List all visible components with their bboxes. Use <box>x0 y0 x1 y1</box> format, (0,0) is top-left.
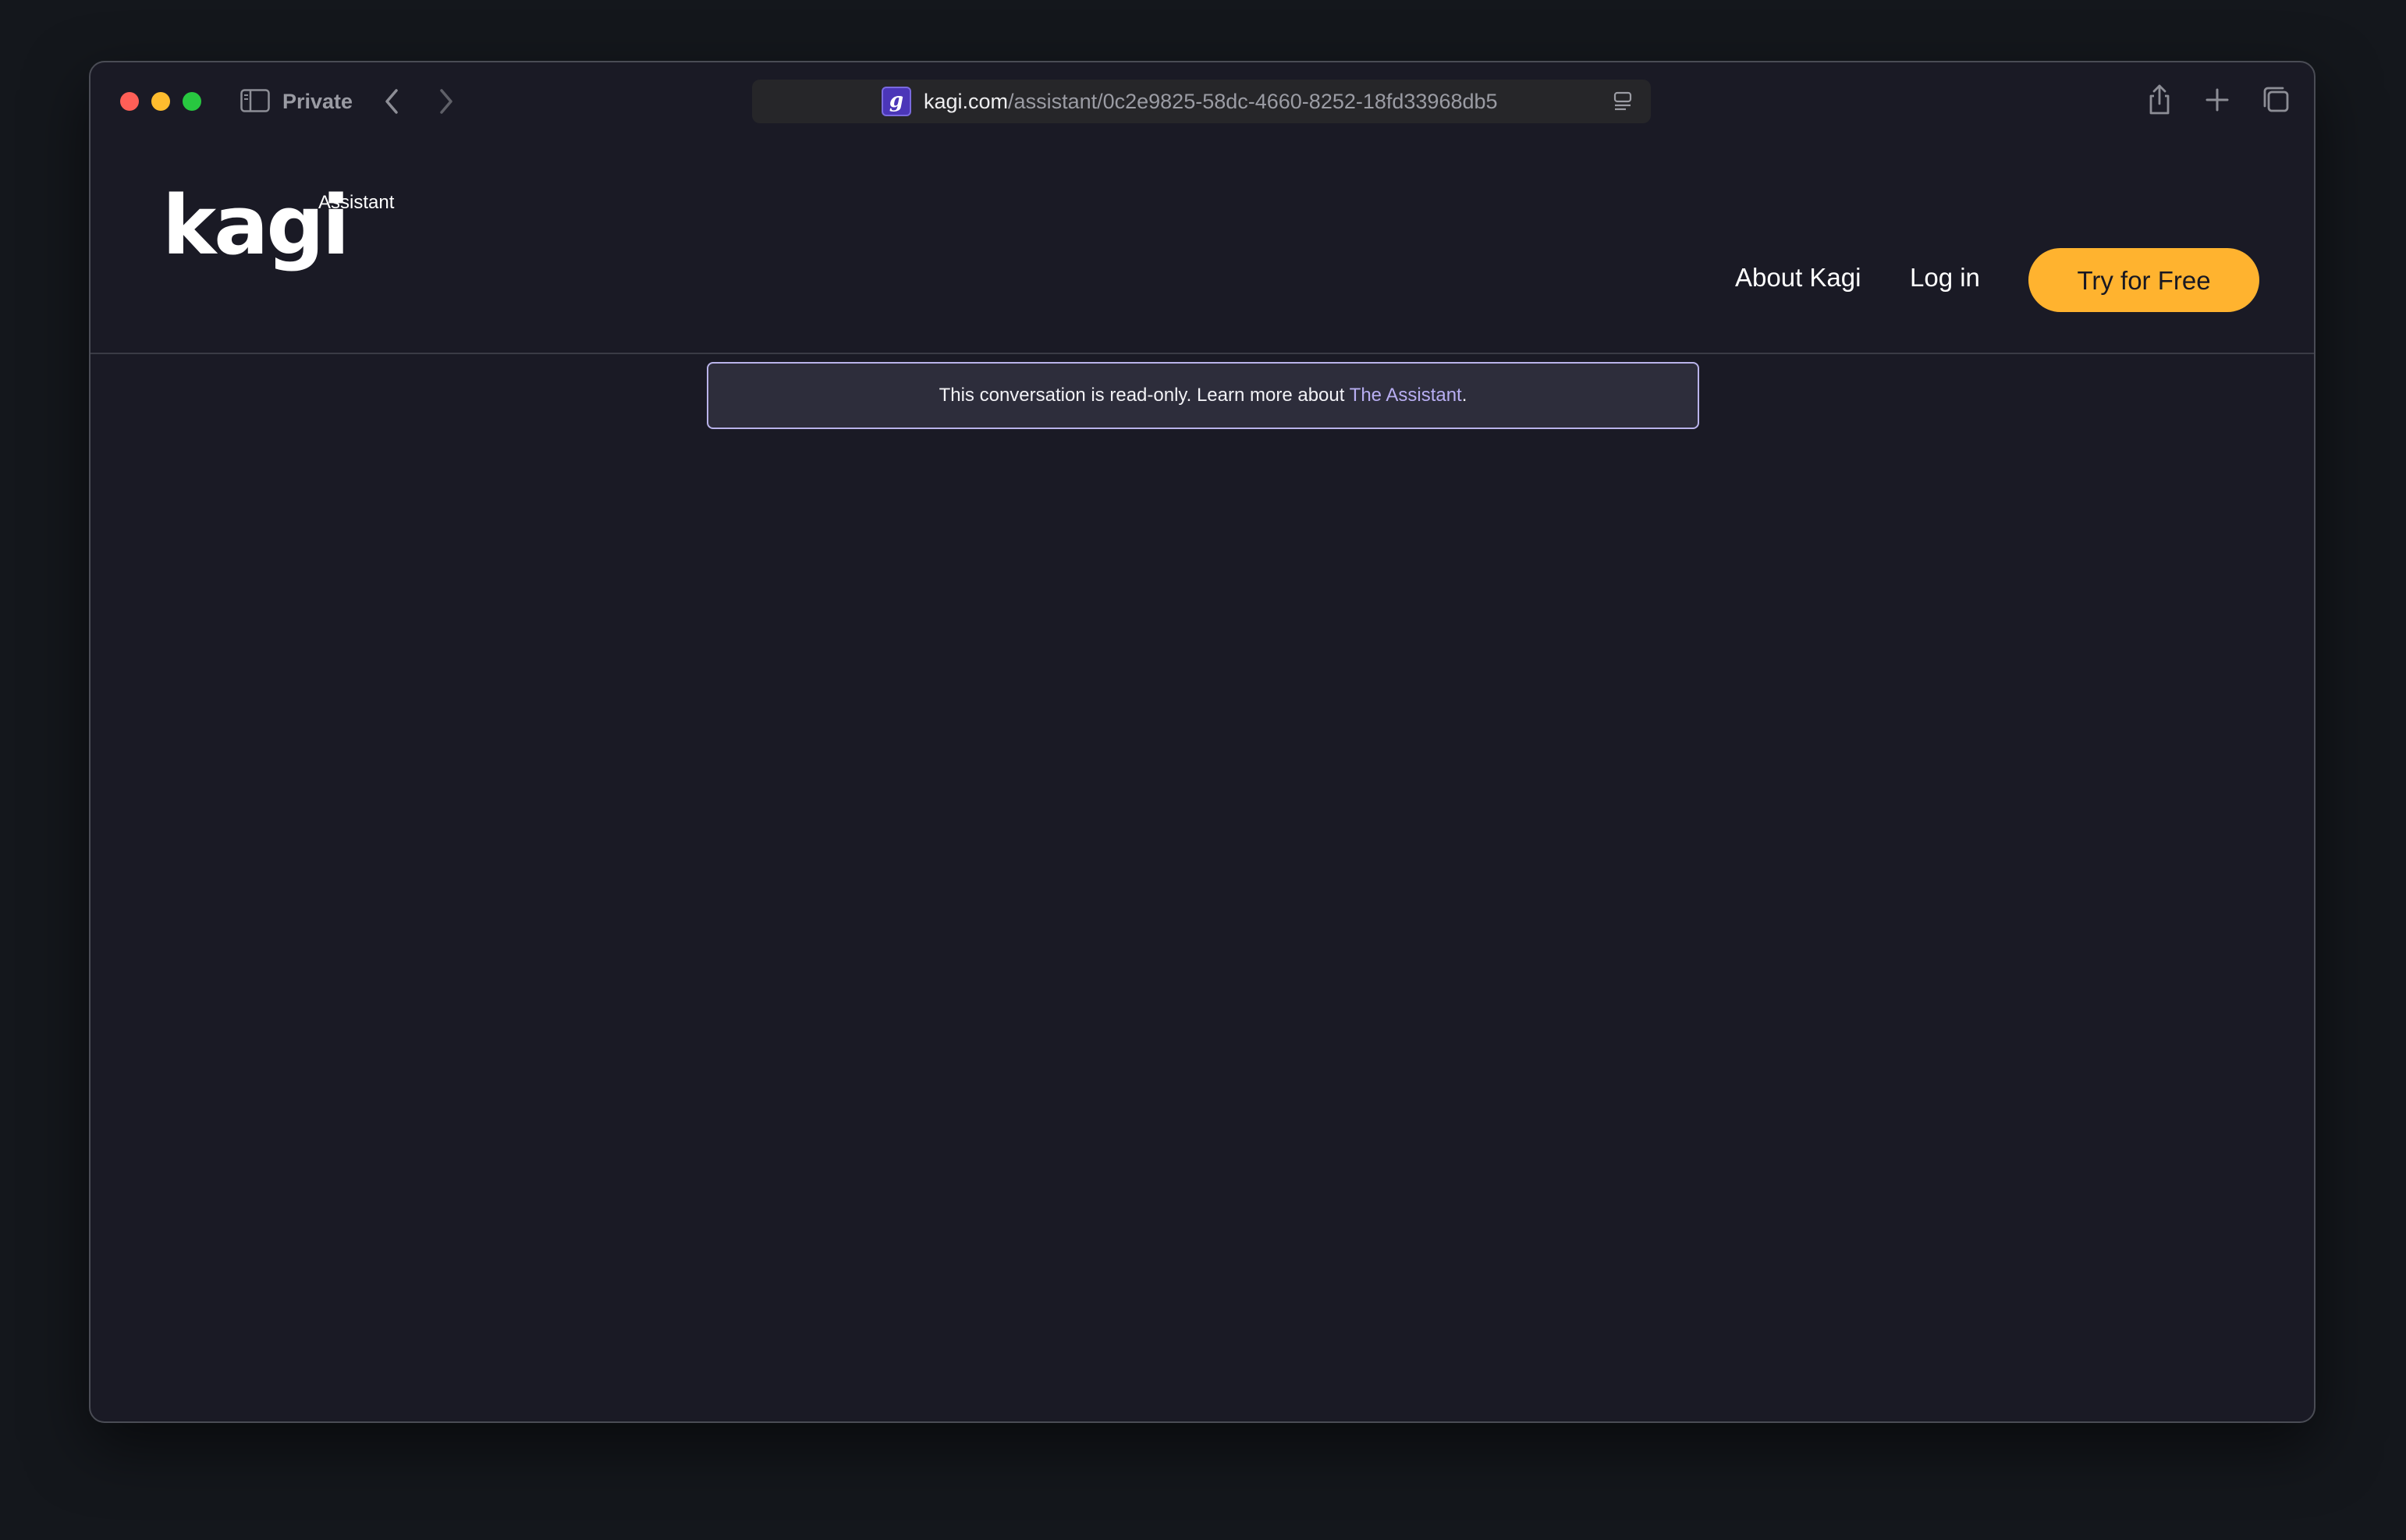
notice-period: . <box>1461 385 1467 406</box>
nav-login-link[interactable]: Log in <box>1910 262 1980 293</box>
private-mode-label: Private <box>282 90 353 113</box>
share-icon[interactable] <box>2142 83 2177 117</box>
site-header: kagi Assistant About Kagi Log in Try for… <box>90 142 2314 354</box>
logo-subtitle: Assistant <box>318 192 395 213</box>
browser-toolbar: Private g kagi.com/assistant/0c2e9825-58… <box>90 62 2314 142</box>
plus-icon[interactable] <box>2200 83 2234 117</box>
address-bar[interactable]: g kagi.com/assistant/0c2e9825-58dc-4660-… <box>752 80 1651 123</box>
back-arrow-icon[interactable] <box>378 86 406 117</box>
notice-text: This conversation is read-only. Learn mo… <box>939 385 1350 406</box>
sidebar-icon[interactable] <box>240 89 270 112</box>
browser-window: Private g kagi.com/assistant/0c2e9825-58… <box>89 61 2316 1423</box>
zoom-window-button[interactable] <box>183 92 201 111</box>
assistant-link[interactable]: The Assistant <box>1350 385 1462 406</box>
url-text: kagi.com/assistant/0c2e9825-58dc-4660-82… <box>924 89 1498 114</box>
close-window-button[interactable] <box>120 92 139 111</box>
forward-arrow-icon[interactable] <box>432 86 460 117</box>
nav-about-link[interactable]: About Kagi <box>1735 262 1861 293</box>
read-only-notice: This conversation is read-only. Learn mo… <box>707 362 1699 429</box>
url-path: /assistant/0c2e9825-58dc-4660-8252-18fd3… <box>1008 90 1498 113</box>
minimize-window-button[interactable] <box>151 92 170 111</box>
try-for-free-button[interactable]: Try for Free <box>2028 248 2259 312</box>
kagi-favicon-icon: g <box>882 87 911 116</box>
reader-icon[interactable] <box>1612 90 1634 112</box>
tabs-icon[interactable] <box>2259 83 2294 117</box>
url-domain: kagi.com <box>924 90 1009 113</box>
